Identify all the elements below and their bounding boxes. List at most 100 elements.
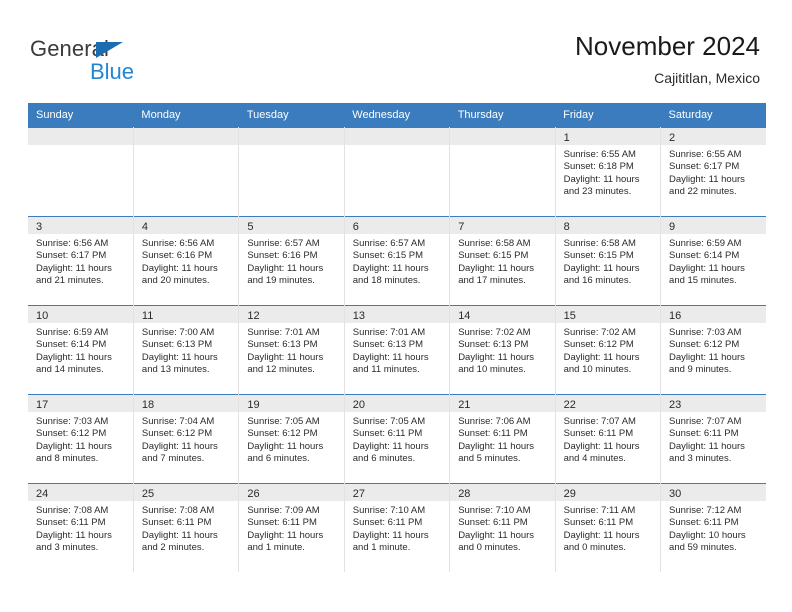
daylight-text-line2: and 23 minutes. <box>563 186 632 198</box>
day-number: 29 <box>555 484 661 501</box>
daylight-text-line2: and 22 minutes. <box>669 186 737 198</box>
daylight-text-line2: and 21 minutes. <box>36 275 104 287</box>
day-number: 15 <box>555 306 661 323</box>
daylight-text-line1: Daylight: 11 hours <box>36 440 112 452</box>
sunset-text: Sunset: 6:13 PM <box>247 339 318 351</box>
calendar-day-cell[interactable]: 17 Sunrise: 7:03 AM Sunset: 6:12 PM Dayligh… <box>28 394 134 484</box>
day-number: 28 <box>450 484 555 501</box>
sunset-text: Sunset: 6:18 PM <box>563 161 634 173</box>
calendar-day-cell[interactable]: 22 Sunrise: 7:07 AM Sunset: 6:11 PM Dayligh… <box>554 394 662 484</box>
daylight-text-line1: Daylight: 11 hours <box>669 440 745 452</box>
sunset-text: Sunset: 6:16 PM <box>247 250 318 262</box>
calendar-week-row: 24 Sunrise: 7:08 AM Sunset: 6:11 PM Dayligh… <box>28 483 766 572</box>
day-number: 24 <box>28 484 133 501</box>
weekday-header-wednesday: Wednesday <box>344 103 450 128</box>
calendar-day-cell[interactable]: 9 Sunrise: 6:59 AM Sunset: 6:14 PM Daylight… <box>660 216 766 306</box>
calendar-day-cell[interactable]: 1 Sunrise: 6:55 AM Sunset: 6:18 PM Daylight… <box>554 127 662 217</box>
sunset-text: Sunset: 6:11 PM <box>563 428 634 440</box>
daylight-text-line1: Daylight: 11 hours <box>458 351 535 363</box>
day-details: Sunrise: 7:00 AM Sunset: 6:13 PM Daylight:… <box>134 323 238 377</box>
daylight-text-line1: Daylight: 11 hours <box>141 262 218 274</box>
calendar-day-cell[interactable]: 19 Sunrise: 7:05 AM Sunset: 6:12 PM Dayligh… <box>238 394 345 484</box>
title-block: November 2024 Cajititlan, Mexico <box>575 30 760 88</box>
day-details: Sunrise: 6:59 AM Sunset: 6:14 PM Daylight:… <box>661 234 766 288</box>
daylight-text-line1: Daylight: 11 hours <box>352 529 429 541</box>
calendar-day-cell[interactable]: 12 Sunrise: 7:01 AM Sunset: 6:13 PM Dayligh… <box>238 305 345 395</box>
day-number: 21 <box>450 395 555 412</box>
daylight-text-line1: Daylight: 11 hours <box>458 262 535 274</box>
calendar-day-cell[interactable]: 7 Sunrise: 6:58 AM Sunset: 6:15 PM Daylight… <box>449 216 556 306</box>
sunset-text: Sunset: 6:11 PM <box>458 517 528 529</box>
calendar-week-row: 10 Sunrise: 6:59 AM Sunset: 6:14 PM Dayligh… <box>28 305 766 395</box>
calendar-day-cell[interactable]: 13 Sunrise: 7:01 AM Sunset: 6:13 PM Dayligh… <box>343 305 451 395</box>
sunset-text: Sunset: 6:13 PM <box>141 339 213 351</box>
day-number: 19 <box>239 395 344 412</box>
day-details: Sunrise: 7:05 AM Sunset: 6:11 PM Daylight:… <box>345 412 449 466</box>
calendar-day-cell[interactable]: 6 Sunrise: 6:57 AM Sunset: 6:15 PM Daylight… <box>343 216 451 306</box>
day-number <box>133 128 239 145</box>
calendar-day-cell[interactable]: 24 Sunrise: 7:08 AM Sunset: 6:11 PM Dayligh… <box>28 483 134 572</box>
general-blue-logo[interactable]: General Blue <box>30 36 230 88</box>
weekday-header-monday: Monday <box>133 103 239 128</box>
calendar-day-cell[interactable]: 20 Sunrise: 7:05 AM Sunset: 6:11 PM Dayligh… <box>343 394 451 484</box>
day-details: Sunrise: 6:58 AM Sunset: 6:15 PM Daylight:… <box>450 234 554 288</box>
day-number: 9 <box>661 217 766 234</box>
calendar-day-cell[interactable]: 14 Sunrise: 7:02 AM Sunset: 6:13 PM Dayligh… <box>449 305 556 395</box>
sunrise-text: Sunrise: 7:09 AM <box>247 505 320 516</box>
sunset-text: Sunset: 6:11 PM <box>563 517 634 529</box>
daylight-text-line1: Daylight: 11 hours <box>458 529 535 541</box>
daylight-text-line1: Daylight: 11 hours <box>563 351 640 363</box>
daylight-text-line2: and 6 minutes. <box>247 453 310 465</box>
sunset-text: Sunset: 6:11 PM <box>36 517 106 529</box>
triangle-icon <box>96 42 123 58</box>
daylight-text-line1: Daylight: 11 hours <box>352 351 429 363</box>
calendar-day-cell[interactable]: 4 Sunrise: 6:56 AM Sunset: 6:16 PM Daylight… <box>132 216 240 306</box>
daylight-text-line2: and 9 minutes. <box>669 364 732 376</box>
calendar-day-cell[interactable]: 8 Sunrise: 6:58 AM Sunset: 6:15 PM Daylight… <box>554 216 662 306</box>
sunrise-text: Sunrise: 7:01 AM <box>247 327 320 338</box>
daylight-text-line1: Daylight: 11 hours <box>352 262 429 274</box>
sunset-text: Sunset: 6:14 PM <box>669 250 740 262</box>
calendar-day-cell[interactable]: 15 Sunrise: 7:02 AM Sunset: 6:12 PM Dayligh… <box>554 305 662 395</box>
calendar-day-cell[interactable]: 5 Sunrise: 6:57 AM Sunset: 6:16 PM Daylight… <box>238 216 345 306</box>
calendar-day-cell[interactable]: 11 Sunrise: 7:00 AM Sunset: 6:13 PM Dayligh… <box>132 305 240 395</box>
daylight-text-line2: and 19 minutes. <box>247 275 315 287</box>
calendar-day-cell[interactable]: 16 Sunrise: 7:03 AM Sunset: 6:12 PM Dayligh… <box>660 305 766 395</box>
calendar-day-cell[interactable]: 27 Sunrise: 7:10 AM Sunset: 6:11 PM Dayligh… <box>343 483 451 572</box>
day-details: Sunrise: 6:58 AM Sunset: 6:15 PM Daylight:… <box>556 234 660 288</box>
sunrise-text: Sunrise: 7:11 AM <box>563 505 636 516</box>
calendar-day-cell[interactable]: 23 Sunrise: 7:07 AM Sunset: 6:11 PM Dayligh… <box>660 394 766 484</box>
day-number: 1 <box>555 128 661 145</box>
calendar-day-cell[interactable]: 21 Sunrise: 7:06 AM Sunset: 6:11 PM Dayligh… <box>449 394 556 484</box>
calendar-page: General Blue November 2024 Cajititlan, M… <box>0 0 792 612</box>
sunrise-text: Sunrise: 7:05 AM <box>247 416 320 427</box>
calendar-cell-empty <box>449 127 556 217</box>
sunset-text: Sunset: 6:12 PM <box>563 339 634 351</box>
sunset-text: Sunset: 6:15 PM <box>563 250 634 262</box>
calendar-day-cell[interactable]: 18 Sunrise: 7:04 AM Sunset: 6:12 PM Dayligh… <box>132 394 240 484</box>
sunset-text: Sunset: 6:12 PM <box>36 428 107 440</box>
daylight-text-line1: Daylight: 11 hours <box>563 529 640 541</box>
calendar-day-cell[interactable]: 25 Sunrise: 7:08 AM Sunset: 6:11 PM Dayligh… <box>132 483 240 572</box>
calendar-day-cell[interactable]: 28 Sunrise: 7:10 AM Sunset: 6:11 PM Dayligh… <box>449 483 556 572</box>
sunrise-text: Sunrise: 7:01 AM <box>352 327 426 338</box>
calendar-day-cell[interactable]: 10 Sunrise: 6:59 AM Sunset: 6:14 PM Dayligh… <box>28 305 134 395</box>
calendar-day-cell[interactable]: 2 Sunrise: 6:55 AM Sunset: 6:17 PM Daylight… <box>660 127 766 217</box>
calendar-day-cell[interactable]: 29 Sunrise: 7:11 AM Sunset: 6:11 PM Dayligh… <box>554 483 662 572</box>
calendar-day-cell[interactable]: 3 Sunrise: 6:56 AM Sunset: 6:17 PM Daylight… <box>28 216 134 306</box>
sunrise-text: Sunrise: 6:57 AM <box>247 238 320 249</box>
daylight-text-line2: and 3 minutes. <box>36 542 99 554</box>
sunrise-text: Sunrise: 6:56 AM <box>141 238 215 249</box>
calendar-cell-empty <box>238 127 345 217</box>
day-number: 18 <box>133 395 239 412</box>
sunrise-text: Sunrise: 7:07 AM <box>563 416 636 427</box>
calendar-day-cell[interactable]: 30 Sunrise: 7:12 AM Sunset: 6:11 PM Dayligh… <box>660 483 766 572</box>
sunset-text: Sunset: 6:17 PM <box>669 161 740 173</box>
daylight-text-line1: Daylight: 11 hours <box>563 262 640 274</box>
day-number: 10 <box>28 306 133 323</box>
daylight-text-line2: and 14 minutes. <box>36 364 104 376</box>
day-number: 13 <box>344 306 450 323</box>
sunrise-text: Sunrise: 7:03 AM <box>36 416 109 427</box>
calendar-day-cell[interactable]: 26 Sunrise: 7:09 AM Sunset: 6:11 PM Dayligh… <box>238 483 345 572</box>
daylight-text-line1: Daylight: 11 hours <box>36 262 112 274</box>
